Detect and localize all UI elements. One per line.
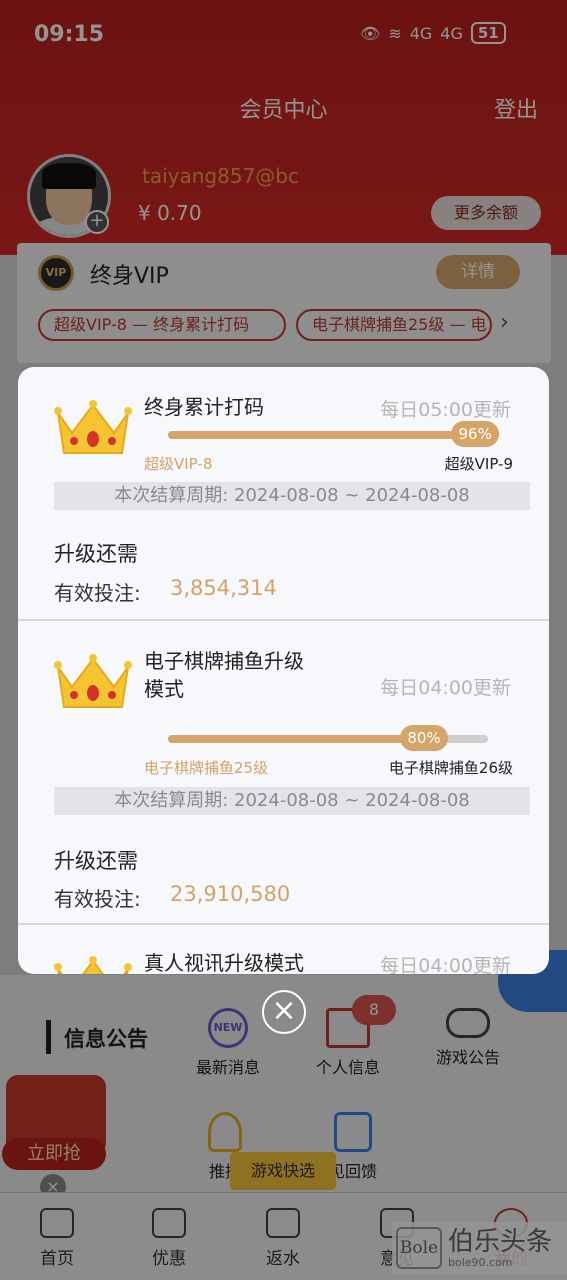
upgrade-need-label: 升级还需: [54, 849, 138, 873]
next-level: 电子棋牌捕鱼26级: [388, 759, 513, 777]
section-title: 终身累计打码: [144, 395, 264, 419]
valid-bet-label: 有效投注:: [54, 581, 141, 605]
section-egame: 电子棋牌捕鱼升级 模式 每日04:00更新 80% 电子棋牌捕鱼25级 电子棋牌…: [18, 621, 549, 923]
progress-percent: 80%: [400, 725, 448, 751]
section-title: 电子棋牌捕鱼升级 模式: [144, 649, 304, 701]
modal-close-icon[interactable]: ×: [262, 990, 306, 1034]
valid-bet-label: 有效投注:: [54, 887, 141, 911]
current-level: 电子棋牌捕鱼25级: [144, 759, 269, 777]
valid-bet-value: 3,854,314: [170, 576, 277, 600]
valid-bet-value: 23,910,580: [170, 882, 291, 906]
section-lifetime: 终身累计打码 每日05:00更新 96% 超级VIP-8 超级VIP-9 本次结…: [18, 367, 549, 619]
crown-icon: [54, 653, 132, 713]
progress-percent: 96%: [451, 421, 500, 447]
progress-track: 80%: [168, 725, 488, 751]
settlement-period: 本次结算周期: 2024-08-08 ~ 2024-08-08: [54, 787, 530, 815]
progress-fill: [168, 735, 424, 743]
section-live: 真人视讯升级模式 每日04:00更新: [18, 925, 549, 974]
settlement-period: 本次结算周期: 2024-08-08 ~ 2024-08-08: [54, 482, 530, 510]
section-update-time: 每日04:00更新: [380, 677, 511, 699]
section-title: 真人视讯升级模式: [144, 951, 304, 974]
vip-progress-modal: 终身累计打码 每日05:00更新 96% 超级VIP-8 超级VIP-9 本次结…: [18, 367, 549, 974]
upgrade-need-label: 升级还需: [54, 542, 138, 566]
section-update-time: 每日04:00更新: [380, 955, 511, 974]
section-update-time: 每日05:00更新: [380, 399, 511, 421]
crown-icon: [54, 399, 132, 459]
current-level: 超级VIP-8: [144, 455, 213, 473]
crown-icon: [54, 955, 132, 974]
progress-fill: [168, 431, 476, 439]
progress-track: 96%: [168, 421, 500, 447]
next-level: 超级VIP-9: [444, 455, 513, 473]
